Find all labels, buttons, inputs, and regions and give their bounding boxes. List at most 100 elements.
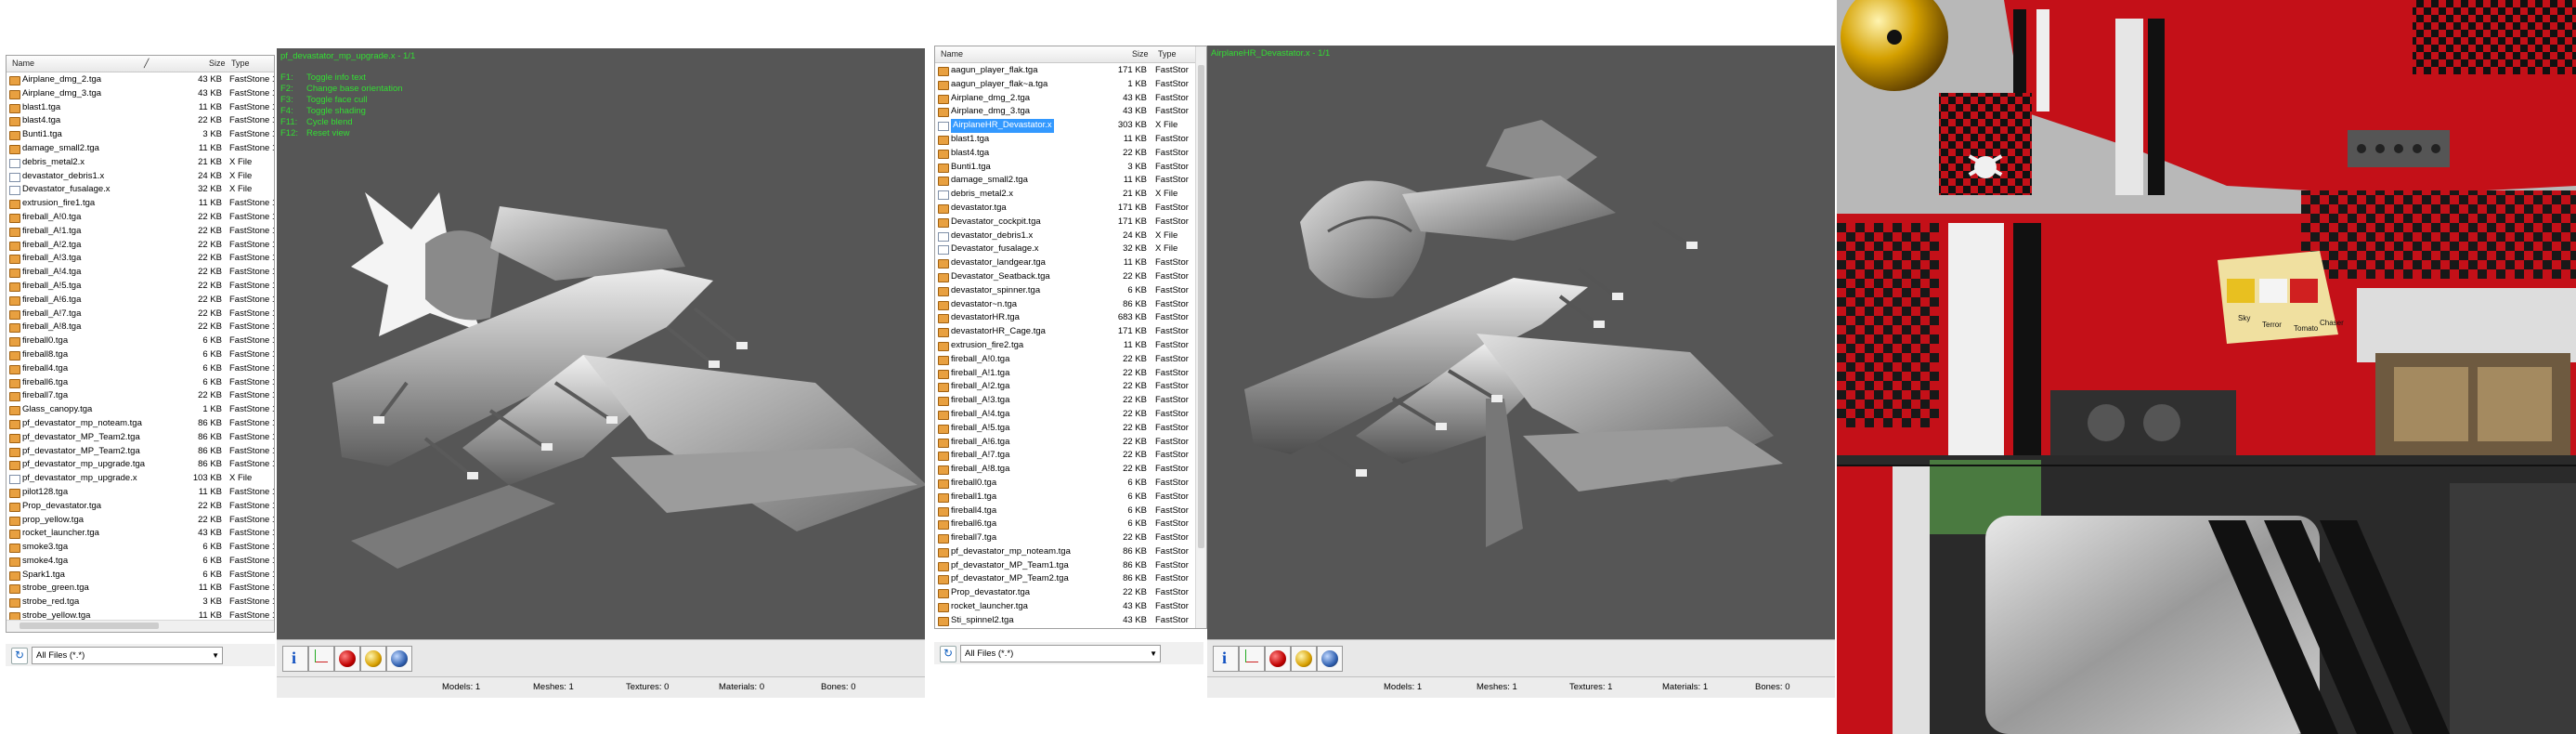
axis-icon[interactable] <box>1239 646 1265 672</box>
file-row[interactable]: fireball_A!4.tga 22 KB FastStone 1 <box>7 266 274 280</box>
file-row[interactable]: devastator.tga 171 KB FastStor <box>935 202 1206 216</box>
file-row[interactable]: Bunti1.tga 3 KB FastStone 1 <box>7 128 274 142</box>
file-row[interactable]: strobe_green.tga 11 KB FastStone 1 <box>7 582 274 596</box>
left-horizontal-scrollbar[interactable] <box>7 620 274 632</box>
file-row[interactable]: pf_devastator_mp_upgrade.tga 86 KB FastSto… <box>7 458 274 472</box>
column-type[interactable]: Type <box>1158 49 1177 59</box>
refresh-icon[interactable]: ↻ <box>940 646 956 662</box>
file-row[interactable]: devastator_debris1.x 24 KB X File <box>935 229 1206 243</box>
globe-icon[interactable] <box>1317 646 1343 672</box>
file-row[interactable]: blast4.tga 22 KB FastStor <box>935 147 1206 161</box>
column-name[interactable]: Name <box>12 59 34 68</box>
file-row[interactable]: fireball_A!7.tga 22 KB FastStone 1 <box>7 308 274 321</box>
file-row[interactable]: fireball_A!1.tga 22 KB FastStone 1 <box>7 225 274 239</box>
file-row[interactable]: fireball_A!0.tga 22 KB FastStor <box>935 353 1206 367</box>
file-row[interactable]: prop_yellow.tga 22 KB FastStone 1 <box>7 514 274 528</box>
file-row[interactable]: pf_devastator_mp_noteam.tga 86 KB FastStor <box>935 545 1206 559</box>
gold-material-icon[interactable] <box>1291 646 1317 672</box>
file-row[interactable]: fireball_A!4.tga 22 KB FastStor <box>935 408 1206 422</box>
file-row[interactable]: devastator_spinner.tga 6 KB FastStor <box>935 284 1206 298</box>
file-row[interactable]: fireball6.tga 6 KB FastStone 1 <box>7 376 274 390</box>
file-row[interactable]: pf_devastator_mp_noteam.tga 86 KB FastSton… <box>7 417 274 431</box>
gold-material-icon[interactable] <box>360 646 386 672</box>
file-row[interactable]: pf_devastator_mp_upgrade.x 103 KB X File <box>7 472 274 486</box>
file-row[interactable]: fireball0.tga 6 KB FastStor <box>935 477 1206 491</box>
file-row[interactable]: fireball_A!2.tga 22 KB FastStone 1 <box>7 239 274 253</box>
file-row[interactable]: blast4.tga 22 KB FastStone 1 <box>7 114 274 128</box>
file-row[interactable]: Prop_devastator.tga 22 KB FastStone 1 <box>7 500 274 514</box>
file-row[interactable]: devastator~n.tga 86 KB FastStor <box>935 298 1206 312</box>
file-row[interactable]: extrusion_fire1.tga 11 KB FastStone 1 <box>7 197 274 211</box>
file-row[interactable]: fireball_A!3.tga 22 KB FastStone 1 <box>7 252 274 266</box>
file-row[interactable]: Devastator_Seatback.tga 22 KB FastStor <box>935 270 1206 284</box>
file-row[interactable]: fireball0.tga 6 KB FastStone 1 <box>7 334 274 348</box>
file-row[interactable]: Prop_devastator.tga 22 KB FastStor <box>935 586 1206 600</box>
file-row[interactable]: fireball_A!5.tga 22 KB FastStor <box>935 422 1206 436</box>
right-3d-viewport[interactable]: AirplaneHR_Devastator.x - 1/1 <box>1207 46 1835 639</box>
file-row[interactable]: smoke4.tga 6 KB FastStone 1 <box>7 555 274 569</box>
file-row[interactable]: fireball_A!1.tga 22 KB FastStor <box>935 367 1206 381</box>
file-row[interactable]: Airplane_dmg_3.tga 43 KB FastStor <box>935 105 1206 119</box>
file-row[interactable]: Devastator_fusalage.x 32 KB X File <box>935 242 1206 256</box>
file-row[interactable]: Airplane_dmg_3.tga 43 KB FastStone 1 <box>7 87 274 101</box>
file-row[interactable]: pf_devastator_MP_Team2.tga 86 KB FastStor <box>935 572 1206 586</box>
file-row[interactable]: debris_metal2.x 21 KB X File <box>935 188 1206 202</box>
file-row[interactable]: pf_devastator_MP_Team1.tga 86 KB FastStor <box>935 559 1206 573</box>
file-row[interactable]: devastatorHR_Cage.tga 171 KB FastStor <box>935 325 1206 339</box>
file-row[interactable]: fireball_A!2.tga 22 KB FastStor <box>935 380 1206 394</box>
globe-icon[interactable] <box>386 646 412 672</box>
right-file-list[interactable]: Name Size Type aagun_player_flak.tga 171 … <box>934 46 1207 629</box>
file-row[interactable]: Spark1.tga 6 KB FastStone 1 <box>7 569 274 583</box>
file-row[interactable]: fireball7.tga 22 KB FastStor <box>935 531 1206 545</box>
file-row[interactable]: Devastator_fusalage.x 32 KB X File <box>7 183 274 197</box>
file-row[interactable]: debris_metal2.x 21 KB X File <box>7 156 274 170</box>
file-row[interactable]: fireball_A!6.tga 22 KB FastStor <box>935 436 1206 450</box>
file-row[interactable]: fireball_A!8.tga 22 KB FastStor <box>935 463 1206 477</box>
file-row[interactable]: devastator_landgear.tga 11 KB FastStor <box>935 256 1206 270</box>
file-row[interactable]: pf_devastator_MP_Team2.tga 86 KB FastStone… <box>7 431 274 445</box>
file-row[interactable]: fireball_A!5.tga 22 KB FastStone 1 <box>7 280 274 294</box>
file-row[interactable]: smoke3.tga 6 KB FastStone 1 <box>7 541 274 555</box>
file-row[interactable]: fireball_A!7.tga 22 KB FastStor <box>935 449 1206 463</box>
column-size[interactable]: Size <box>209 59 226 68</box>
file-row[interactable]: pilot128.tga 11 KB FastStone 1 <box>7 486 274 500</box>
file-row[interactable]: devastator_debris1.x 24 KB X File <box>7 170 274 184</box>
file-row[interactable]: pf_devastator_MP_Team2.tga 86 KB FastStone… <box>7 445 274 459</box>
file-row[interactable]: Airplane_dmg_2.tga 43 KB FastStone 1 <box>7 73 274 87</box>
column-type[interactable]: Type <box>231 59 250 68</box>
file-row[interactable]: fireball_A!0.tga 22 KB FastStone 1 <box>7 211 274 225</box>
info-icon[interactable]: i <box>1213 646 1239 672</box>
axis-icon[interactable] <box>308 646 334 672</box>
file-row[interactable]: fireball1.tga 6 KB FastStor <box>935 491 1206 505</box>
file-row[interactable]: fireball4.tga 6 KB FastStone 1 <box>7 362 274 376</box>
file-row[interactable]: strobe_red.tga 3 KB FastStone 1 <box>7 596 274 609</box>
file-row[interactable]: Glass_canopy.tga 1 KB FastStone 1 <box>7 403 274 417</box>
file-row[interactable]: damage_small2.tga 11 KB FastStone 1 <box>7 142 274 156</box>
file-row[interactable]: rocket_launcher.tga 43 KB FastStor <box>935 600 1206 614</box>
file-row[interactable]: AirplaneHR_Devastator.x 303 KB X File <box>935 119 1206 133</box>
file-row[interactable]: devastatorHR.tga 683 KB FastStor <box>935 311 1206 325</box>
file-row[interactable]: blast1.tga 11 KB FastStor <box>935 133 1206 147</box>
file-row[interactable]: fireball_A!3.tga 22 KB FastStor <box>935 394 1206 408</box>
file-row[interactable]: Sti_spinnel2.tga 43 KB FastStor <box>935 614 1206 628</box>
file-row[interactable]: fireball4.tga 6 KB FastStor <box>935 505 1206 518</box>
refresh-icon[interactable]: ↻ <box>11 648 28 664</box>
file-row[interactable]: damage_small2.tga 11 KB FastStor <box>935 174 1206 188</box>
file-row[interactable]: fireball_A!8.tga 22 KB FastStone 1 <box>7 321 274 334</box>
left-filter-select[interactable]: All Files (*.*) ▼ <box>32 647 223 664</box>
file-row[interactable]: aagun_player_flak.tga 171 KB FastStor <box>935 64 1206 78</box>
red-material-icon[interactable] <box>334 646 360 672</box>
file-row[interactable]: Airplane_dmg_2.tga 43 KB FastStor <box>935 92 1206 106</box>
red-material-icon[interactable] <box>1265 646 1291 672</box>
left-file-list[interactable]: Name ╱ Size Type Airplane_dmg_2.tga 43 KB… <box>6 55 275 633</box>
file-row[interactable]: Bunti1.tga 3 KB FastStor <box>935 161 1206 175</box>
info-icon[interactable]: i <box>282 646 308 672</box>
column-size[interactable]: Size <box>1132 49 1149 59</box>
file-row[interactable]: fireball8.tga 6 KB FastStone 1 <box>7 348 274 362</box>
right-vertical-scrollbar[interactable] <box>1195 46 1206 628</box>
file-row[interactable]: fireball_A!6.tga 22 KB FastStone 1 <box>7 294 274 308</box>
right-filter-select[interactable]: All Files (*.*) ▼ <box>960 645 1161 662</box>
file-row[interactable]: fireball6.tga 6 KB FastStor <box>935 518 1206 531</box>
file-row[interactable]: Devastator_cockpit.tga 171 KB FastStor <box>935 216 1206 229</box>
file-row[interactable]: blast1.tga 11 KB FastStone 1 <box>7 101 274 115</box>
